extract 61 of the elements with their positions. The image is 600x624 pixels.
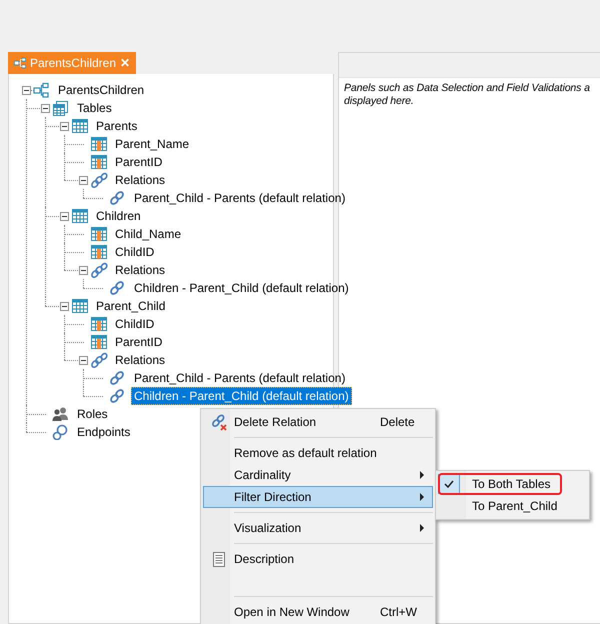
column-icon: [90, 334, 108, 350]
tree-item[interactable]: ParentsChildren: [55, 81, 148, 99]
chain-links-icon: [90, 352, 108, 368]
menu-item[interactable]: Description: [203, 548, 433, 570]
tree-item[interactable]: Parents: [93, 117, 140, 135]
chain-link-icon: [109, 388, 125, 404]
column-icon: [90, 316, 108, 332]
table-icon: [71, 118, 89, 134]
menu-item[interactable]: Filter Direction: [203, 486, 433, 508]
tree-item[interactable]: Child_Name: [112, 225, 184, 243]
info-text: Panels such as Data Selection and Field Validations a displayed here.: [344, 82, 591, 108]
rings-icon: [52, 424, 68, 440]
tree-item[interactable]: Children - Parent_Child (default relation): [131, 387, 352, 405]
people-icon: [52, 406, 68, 422]
table-icon: [71, 298, 89, 314]
collapse-toggle[interactable]: [79, 176, 88, 184]
tree-item[interactable]: Parent_Child - Parents (default relation): [131, 189, 348, 207]
tree-item[interactable]: Roles: [74, 405, 111, 423]
model-icon: [33, 82, 49, 98]
chain-links-icon: [90, 172, 108, 188]
menu-item[interactable]: To Parent_Child: [472, 499, 558, 513]
menu-item[interactable]: Delete Relation Delete: [203, 411, 433, 433]
collapse-toggle[interactable]: [60, 212, 69, 220]
collapse-toggle[interactable]: [60, 302, 69, 310]
tree-item[interactable]: Children - Parent_Child (default relation): [131, 279, 352, 297]
tree-item[interactable]: Tables: [74, 99, 115, 117]
column-icon: [90, 226, 108, 242]
menu-item[interactable]: Open in New Window Ctrl+W: [203, 601, 433, 623]
menu-item[interactable]: Remove as default relation: [203, 442, 433, 464]
collapse-toggle[interactable]: [41, 104, 50, 112]
collapse-toggle[interactable]: [22, 86, 31, 94]
menu-item[interactable]: Cardinality: [203, 464, 433, 486]
tree-item[interactable]: Parent_Child - Parents (default relation): [131, 369, 348, 387]
tree-item[interactable]: Relations: [112, 261, 168, 279]
column-icon: [90, 136, 108, 152]
table-icon: [71, 208, 89, 224]
column-icon: [90, 154, 108, 170]
tree-item[interactable]: ParentID: [112, 153, 166, 171]
tree-item[interactable]: Parent_Child: [93, 297, 168, 315]
document-icon: [212, 552, 226, 566]
chain-link-icon: [109, 190, 125, 206]
collapse-toggle[interactable]: [60, 122, 69, 130]
tree-item[interactable]: ParentID: [112, 333, 166, 351]
tables-icon: [52, 100, 69, 116]
tree-item[interactable]: Endpoints: [74, 423, 134, 441]
menu-item[interactable]: Visualization: [203, 517, 433, 539]
collapse-toggle[interactable]: [79, 356, 88, 364]
tree-item[interactable]: Children: [93, 207, 144, 225]
tree-item[interactable]: Relations: [112, 351, 168, 369]
tree-item[interactable]: ChildID: [112, 315, 158, 333]
tree-item[interactable]: ChildID: [112, 243, 158, 261]
chain-link-icon: [109, 370, 125, 386]
chain-links-icon: [90, 262, 108, 278]
tree-item[interactable]: Parent_Name: [112, 135, 192, 153]
chain-link-icon: [109, 280, 125, 296]
model-icon: [14, 55, 26, 71]
column-icon: [90, 244, 108, 260]
tree-item[interactable]: Relations: [112, 171, 168, 189]
collapse-toggle[interactable]: [79, 266, 88, 274]
delete-link-icon: [211, 414, 227, 430]
menu-item[interactable]: To Both Tables: [472, 477, 550, 491]
